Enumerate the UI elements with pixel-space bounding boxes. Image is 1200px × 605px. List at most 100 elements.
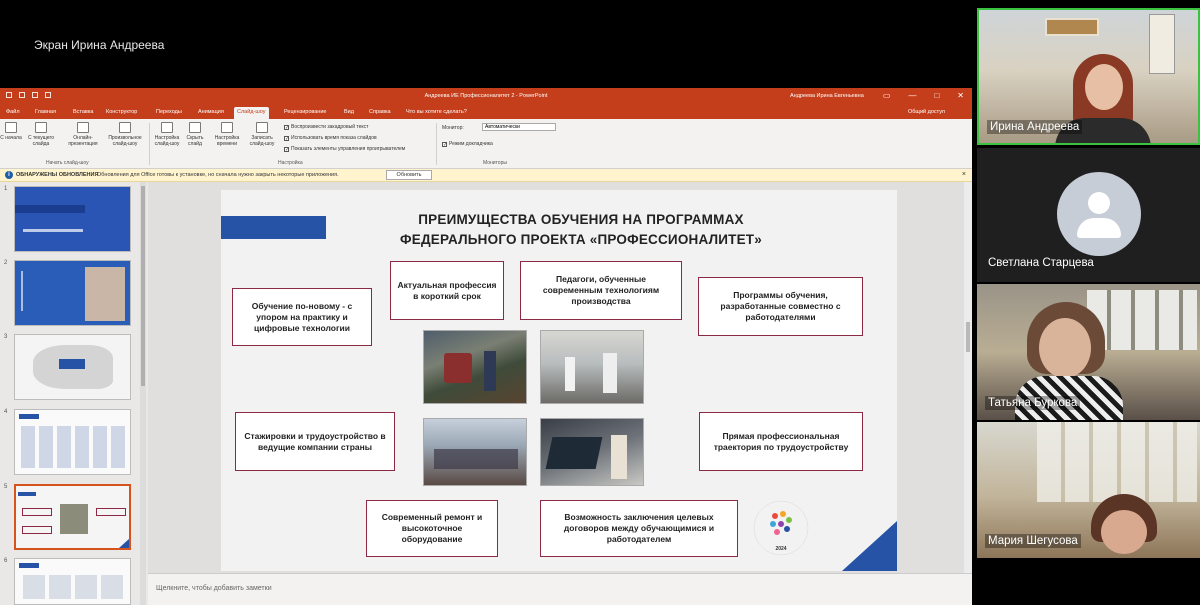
participant-face: [1101, 510, 1147, 554]
box-internships: Стажировки и трудоустройство в ведущие к…: [235, 412, 395, 471]
slide-number: 6: [4, 558, 8, 564]
slide-thumbnail-6[interactable]: [14, 558, 131, 605]
thumb-corner: [119, 539, 129, 548]
slide-thumbnail-1[interactable]: [14, 186, 131, 252]
thumb-text: [21, 271, 77, 311]
tell-me-search[interactable]: Что вы хотите сделать?: [406, 109, 467, 115]
maximize-icon[interactable]: □: [934, 91, 939, 100]
ribbon-display-icon[interactable]: ▭: [883, 91, 891, 100]
notes-placeholder: Щелкните, чтобы добавить заметки: [156, 585, 272, 592]
update-notification-bar: i ОБНАРУЖЕНЫ ОБНОВЛЕНИЯ Обновления для O…: [0, 169, 972, 182]
rehearse-timings-button[interactable]: Настройка времени: [210, 122, 244, 147]
checkmark-icon: ✓: [442, 141, 448, 148]
thumb-diagram: [21, 426, 125, 468]
slide-blue-bar: [221, 216, 326, 239]
scroll-handle[interactable]: [141, 186, 145, 386]
scroll-handle[interactable]: [966, 322, 970, 352]
group-start-label: Начать слайд-шоу: [46, 160, 89, 166]
thumb-label: [59, 359, 85, 369]
setup-label: Настройка слайд-шоу: [154, 135, 180, 147]
participant-name: Татьяна Буркова: [985, 396, 1081, 410]
account-name[interactable]: Андреева Ирина Евгеньевна: [790, 93, 864, 99]
online-presentation-button[interactable]: Онлайн-презентация: [63, 122, 103, 147]
close-icon[interactable]: ×: [962, 171, 966, 178]
tab-animations[interactable]: Анимация: [195, 107, 227, 119]
participant-tile-3[interactable]: Татьяна Буркова: [977, 284, 1200, 420]
logo-year: 2024: [775, 546, 786, 552]
thumb-portrait: [85, 267, 125, 321]
custom-show-icon: [119, 122, 131, 133]
notes-pane[interactable]: Щелкните, чтобы добавить заметки: [148, 573, 972, 605]
ribbon-separator: [436, 123, 437, 165]
slide-title-line1: ПРЕИМУЩЕСТВА ОБУЧЕНИЯ НА ПРОГРАММАХ: [418, 212, 744, 227]
slide-thumbnail-4[interactable]: [14, 409, 131, 475]
thumb-text: [23, 229, 83, 232]
tab-help[interactable]: Справка: [366, 107, 394, 119]
tab-home[interactable]: Главная: [32, 107, 59, 119]
slide-thumbnail-3[interactable]: [14, 334, 131, 400]
photo-person: [611, 435, 627, 479]
ribbon-tabs: Файл Главная Вставка Конструктор Переход…: [0, 105, 972, 119]
thumb-bar: [15, 205, 85, 213]
timings-checkbox[interactable]: ✓ Использовать время показа слайдов: [284, 135, 377, 141]
tab-review[interactable]: Рецензирование: [281, 107, 329, 119]
close-icon[interactable]: ✕: [957, 91, 964, 100]
box-new-learning: Обучение по-новому - с упором на практик…: [232, 288, 372, 346]
custom-label: Произвольное слайд-шоу: [108, 135, 142, 147]
participant-name: Светлана Старцева: [988, 257, 1094, 269]
slide-number: 4: [4, 409, 8, 415]
tab-transitions[interactable]: Переходы: [153, 107, 185, 119]
rehearse-label: Настройка времени: [214, 135, 240, 147]
participant-tile-2[interactable]: Светлана Старцева: [977, 148, 1200, 282]
box-actual-profession: Актуальная профессия в короткий срок: [390, 261, 504, 320]
participant-tile-1[interactable]: Ирина Андреева: [977, 8, 1200, 145]
tab-design[interactable]: Конструктор: [103, 107, 140, 119]
participant-face: [1085, 64, 1123, 110]
hide-slide-button[interactable]: Скрыть слайд: [180, 122, 210, 147]
slide-thumbnail-5[interactable]: [14, 484, 131, 550]
tab-slideshow[interactable]: Слайд-шоу: [234, 107, 269, 119]
minimize-icon[interactable]: —: [908, 91, 916, 100]
slide-number: 2: [4, 260, 8, 266]
box-equipment: Современный ремонт и высокоточное оборуд…: [366, 500, 498, 557]
photo-machine: [444, 353, 472, 383]
narration-checkbox[interactable]: ✓ Воспроизвести закадровый текст: [284, 124, 368, 130]
custom-slideshow-button[interactable]: Произвольное слайд-шоу: [104, 122, 146, 147]
photo-workshop: [423, 330, 527, 404]
box-trajectory: Прямая профессиональная траектория по тр…: [699, 412, 863, 471]
checkmark-icon: ✓: [284, 124, 290, 131]
from-current-label: С текущего слайда: [27, 135, 55, 147]
checkmark-icon: ✓: [284, 146, 290, 153]
presenter-view-checkbox[interactable]: ✓ Режим докладчика: [442, 141, 493, 147]
professionalitet-logo-icon: 2024: [753, 500, 809, 556]
box-contracts: Возможность заключения целевых договоров…: [540, 500, 738, 557]
thumbnails-scrollbar[interactable]: [140, 182, 146, 605]
thumb-box: [22, 508, 52, 516]
from-current-button[interactable]: С текущего слайда: [24, 122, 58, 147]
setup-icon: [161, 122, 173, 133]
hide-label: Скрыть слайд: [186, 135, 204, 147]
slide-scrollbar[interactable]: [964, 182, 972, 573]
tab-insert[interactable]: Вставка: [70, 107, 96, 119]
box-teachers: Педагоги, обученные современным технолог…: [520, 261, 682, 320]
tab-view[interactable]: Вид: [341, 107, 357, 119]
participant-name: Мария Шегусова: [985, 534, 1081, 548]
tab-file[interactable]: Файл: [3, 107, 23, 119]
slideshow-icon: [5, 122, 17, 133]
thumb-bar: [19, 414, 39, 419]
thumb-photos: [60, 504, 88, 534]
monitor-select[interactable]: Автоматически: [482, 123, 556, 131]
current-slide[interactable]: ПРЕИМУЩЕСТВА ОБУЧЕНИЯ НА ПРОГРАММАХ ФЕДЕ…: [221, 190, 897, 571]
from-start-button[interactable]: С начала: [0, 122, 26, 141]
slide-number: 5: [4, 484, 8, 490]
setup-slideshow-button[interactable]: Настройка слайд-шоу: [150, 122, 184, 147]
share-button[interactable]: Общий доступ: [908, 109, 945, 115]
participants-panel: Ирина Андреева Светлана Старцева Татьяна…: [972, 0, 1200, 605]
slide-thumbnail-2[interactable]: [14, 260, 131, 326]
record-icon: [256, 122, 268, 133]
player-controls-checkbox[interactable]: ✓ Показать элементы управления проигрыват…: [284, 146, 405, 152]
narration-label: Воспроизвести закадровый текст: [291, 124, 369, 130]
participant-tile-4[interactable]: Мария Шегусова: [977, 422, 1200, 558]
update-button[interactable]: Обновить: [386, 170, 432, 180]
record-slideshow-button[interactable]: Записать слайд-шоу: [243, 122, 281, 147]
